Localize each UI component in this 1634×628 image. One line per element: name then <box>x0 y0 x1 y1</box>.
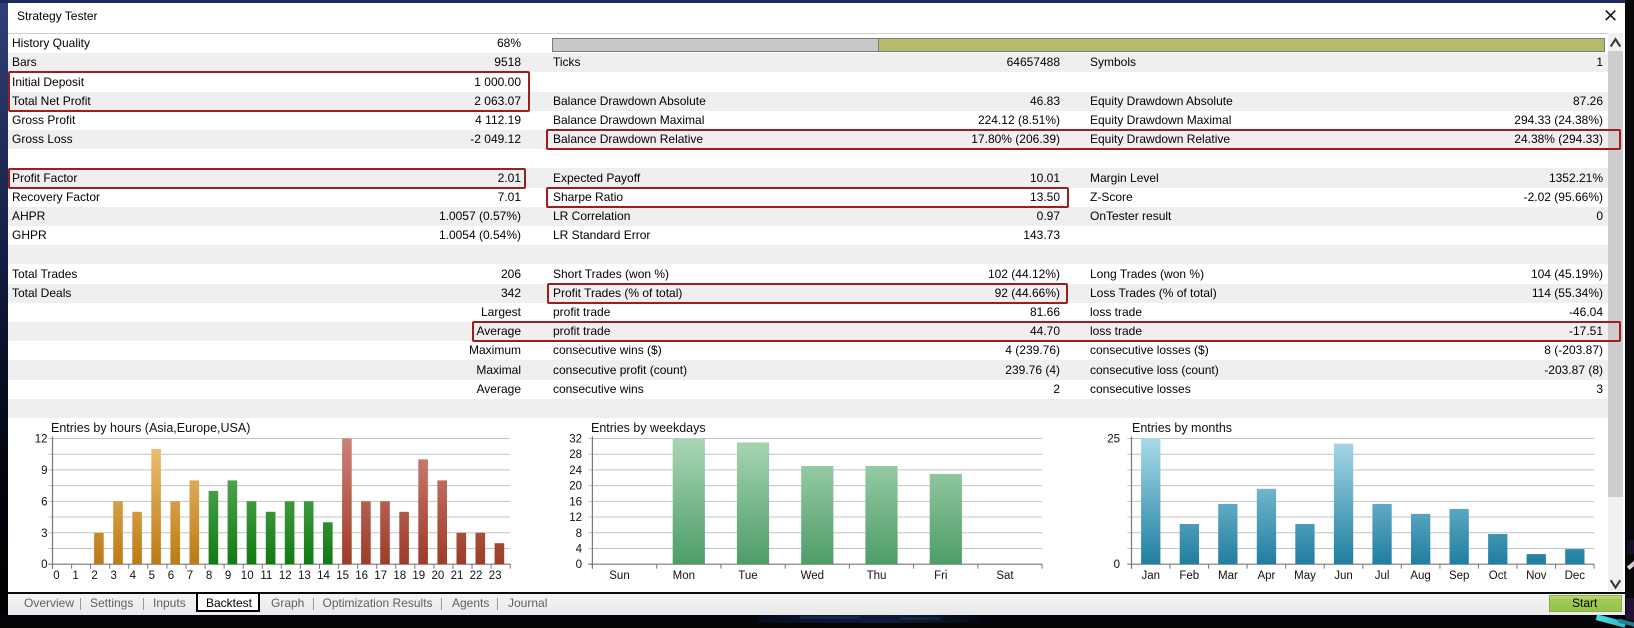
svg-text:28: 28 <box>569 449 582 461</box>
svg-text:8: 8 <box>206 570 212 582</box>
svg-text:0: 0 <box>1114 559 1120 571</box>
svg-text:7: 7 <box>187 570 193 582</box>
svg-text:13: 13 <box>298 570 311 582</box>
svg-text:Nov: Nov <box>1526 570 1547 582</box>
svg-text:0: 0 <box>576 559 582 571</box>
svg-text:Oct: Oct <box>1489 570 1508 582</box>
svg-text:Entries by months: Entries by months <box>1132 421 1232 435</box>
svg-text:Fri: Fri <box>934 570 947 582</box>
svg-text:5: 5 <box>149 570 155 582</box>
svg-text:12: 12 <box>35 434 48 446</box>
svg-text:Jan: Jan <box>1142 570 1161 582</box>
svg-text:Sep: Sep <box>1449 570 1469 582</box>
svg-text:14: 14 <box>317 570 330 582</box>
svg-text:May: May <box>1294 570 1316 582</box>
svg-text:21: 21 <box>451 570 464 582</box>
svg-text:3: 3 <box>110 570 116 582</box>
svg-text:10: 10 <box>241 570 254 582</box>
svg-text:6: 6 <box>41 496 47 508</box>
svg-text:Tue: Tue <box>738 570 757 582</box>
svg-text:Mar: Mar <box>1218 570 1238 582</box>
svg-text:9: 9 <box>41 465 47 477</box>
svg-text:12: 12 <box>279 570 292 582</box>
svg-text:24: 24 <box>569 465 582 477</box>
svg-text:17: 17 <box>374 570 387 582</box>
svg-text:0: 0 <box>53 570 59 582</box>
svg-text:4: 4 <box>130 570 137 582</box>
svg-text:15: 15 <box>336 570 349 582</box>
svg-text:25: 25 <box>1107 434 1120 446</box>
svg-text:8: 8 <box>576 528 582 540</box>
svg-text:12: 12 <box>569 512 582 524</box>
svg-text:16: 16 <box>569 496 582 508</box>
svg-text:16: 16 <box>355 570 368 582</box>
svg-text:1: 1 <box>72 570 78 582</box>
svg-text:23: 23 <box>489 570 502 582</box>
svg-text:20: 20 <box>569 481 582 493</box>
svg-text:32: 32 <box>569 434 582 446</box>
svg-text:18: 18 <box>393 570 406 582</box>
svg-text:2: 2 <box>91 570 97 582</box>
svg-text:11: 11 <box>260 570 272 582</box>
svg-text:Entries by hours (Asia,Europe,: Entries by hours (Asia,Europe,USA) <box>51 421 250 435</box>
svg-text:22: 22 <box>470 570 483 582</box>
svg-text:Apr: Apr <box>1257 570 1275 582</box>
svg-text:Dec: Dec <box>1565 570 1586 582</box>
svg-text:Feb: Feb <box>1179 570 1199 582</box>
svg-text:Jul: Jul <box>1375 570 1390 582</box>
svg-text:Sat: Sat <box>996 570 1014 582</box>
svg-text:Wed: Wed <box>801 570 824 582</box>
svg-text:Jun: Jun <box>1334 570 1353 582</box>
svg-text:9: 9 <box>225 570 231 582</box>
svg-text:Entries by weekdays: Entries by weekdays <box>591 421 706 435</box>
svg-text:6: 6 <box>168 570 174 582</box>
svg-text:19: 19 <box>412 570 425 582</box>
svg-text:Mon: Mon <box>673 570 695 582</box>
svg-text:Aug: Aug <box>1410 570 1430 582</box>
svg-text:Thu: Thu <box>867 570 887 582</box>
svg-text:Sun: Sun <box>609 570 629 582</box>
svg-text:4: 4 <box>576 544 583 556</box>
svg-text:20: 20 <box>432 570 445 582</box>
svg-text:3: 3 <box>41 528 47 540</box>
svg-text:0: 0 <box>41 559 47 571</box>
